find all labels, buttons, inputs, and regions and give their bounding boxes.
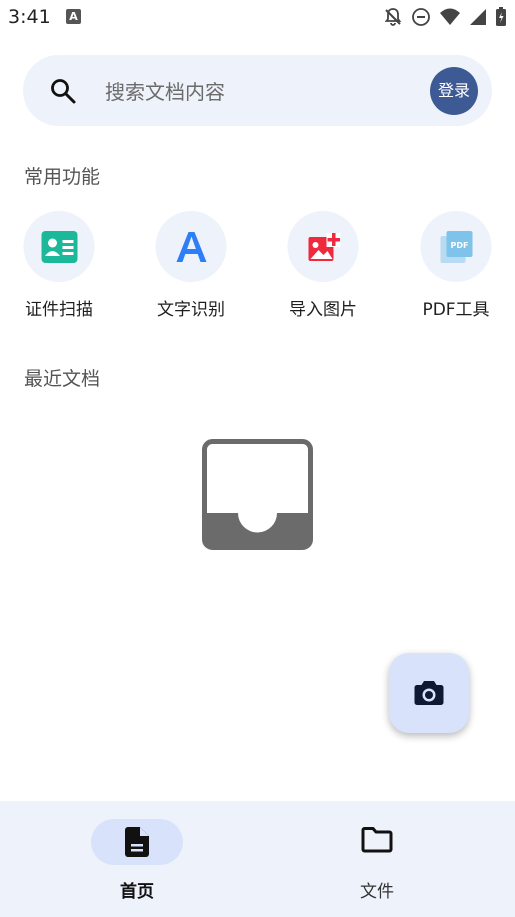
text-recognition-button[interactable]: 文字识别 xyxy=(125,211,257,321)
pdf-tools-button[interactable]: PDF PDF工具 xyxy=(390,211,515,321)
bottom-navigation: 首页 文件 xyxy=(0,801,515,917)
notification-a-icon: A xyxy=(66,9,81,24)
status-icons xyxy=(383,6,507,28)
nav-home[interactable]: 首页 xyxy=(37,801,237,917)
common-functions-title: 常用功能 xyxy=(24,166,101,188)
status-time: 3:41 xyxy=(8,6,51,28)
nav-files-label: 文件 xyxy=(360,882,394,902)
add-image-icon xyxy=(308,232,340,261)
wifi-icon xyxy=(440,8,460,25)
nav-home-label: 首页 xyxy=(120,882,154,902)
camera-button[interactable] xyxy=(389,653,469,733)
search-icon xyxy=(51,79,76,104)
status-bar: 3:41 A xyxy=(0,0,515,36)
import-image-button[interactable]: 导入图片 xyxy=(257,211,389,321)
id-scan-icon-circle xyxy=(23,211,95,282)
id-card-icon xyxy=(41,230,77,263)
id-scan-button[interactable]: 证件扫描 xyxy=(0,211,125,321)
cell-signal-icon xyxy=(470,9,486,25)
id-scan-label: 证件扫描 xyxy=(25,300,93,320)
document-icon xyxy=(125,827,149,857)
recent-documents-title: 最近文档 xyxy=(24,368,101,390)
import-image-label: 导入图片 xyxy=(289,300,357,320)
search-input[interactable] xyxy=(103,77,427,107)
nav-files[interactable]: 文件 xyxy=(277,801,477,917)
text-recognition-icon-circle xyxy=(155,211,227,282)
import-image-icon-circle xyxy=(287,211,359,282)
search-bar[interactable]: 登录 xyxy=(23,55,492,126)
battery-icon xyxy=(496,7,506,26)
folder-icon xyxy=(361,827,393,853)
pdf-icon: PDF xyxy=(440,230,472,263)
login-button[interactable]: 登录 xyxy=(430,67,478,115)
camera-icon xyxy=(414,681,444,705)
pdf-tools-label: PDF工具 xyxy=(422,300,490,320)
text-a-icon xyxy=(176,231,206,262)
empty-inbox-icon xyxy=(202,439,313,550)
svg-text:PDF: PDF xyxy=(450,241,468,250)
pdf-tools-icon-circle: PDF xyxy=(420,211,492,282)
notifications-off-icon xyxy=(384,8,402,26)
do-not-disturb-icon xyxy=(412,8,430,26)
app-screen: 3:41 A 搜索文档内容 登录 常用功能 证件扫描 文字识别 导入图片 PDF… xyxy=(0,0,515,917)
text-recognition-label: 文字识别 xyxy=(157,300,225,320)
